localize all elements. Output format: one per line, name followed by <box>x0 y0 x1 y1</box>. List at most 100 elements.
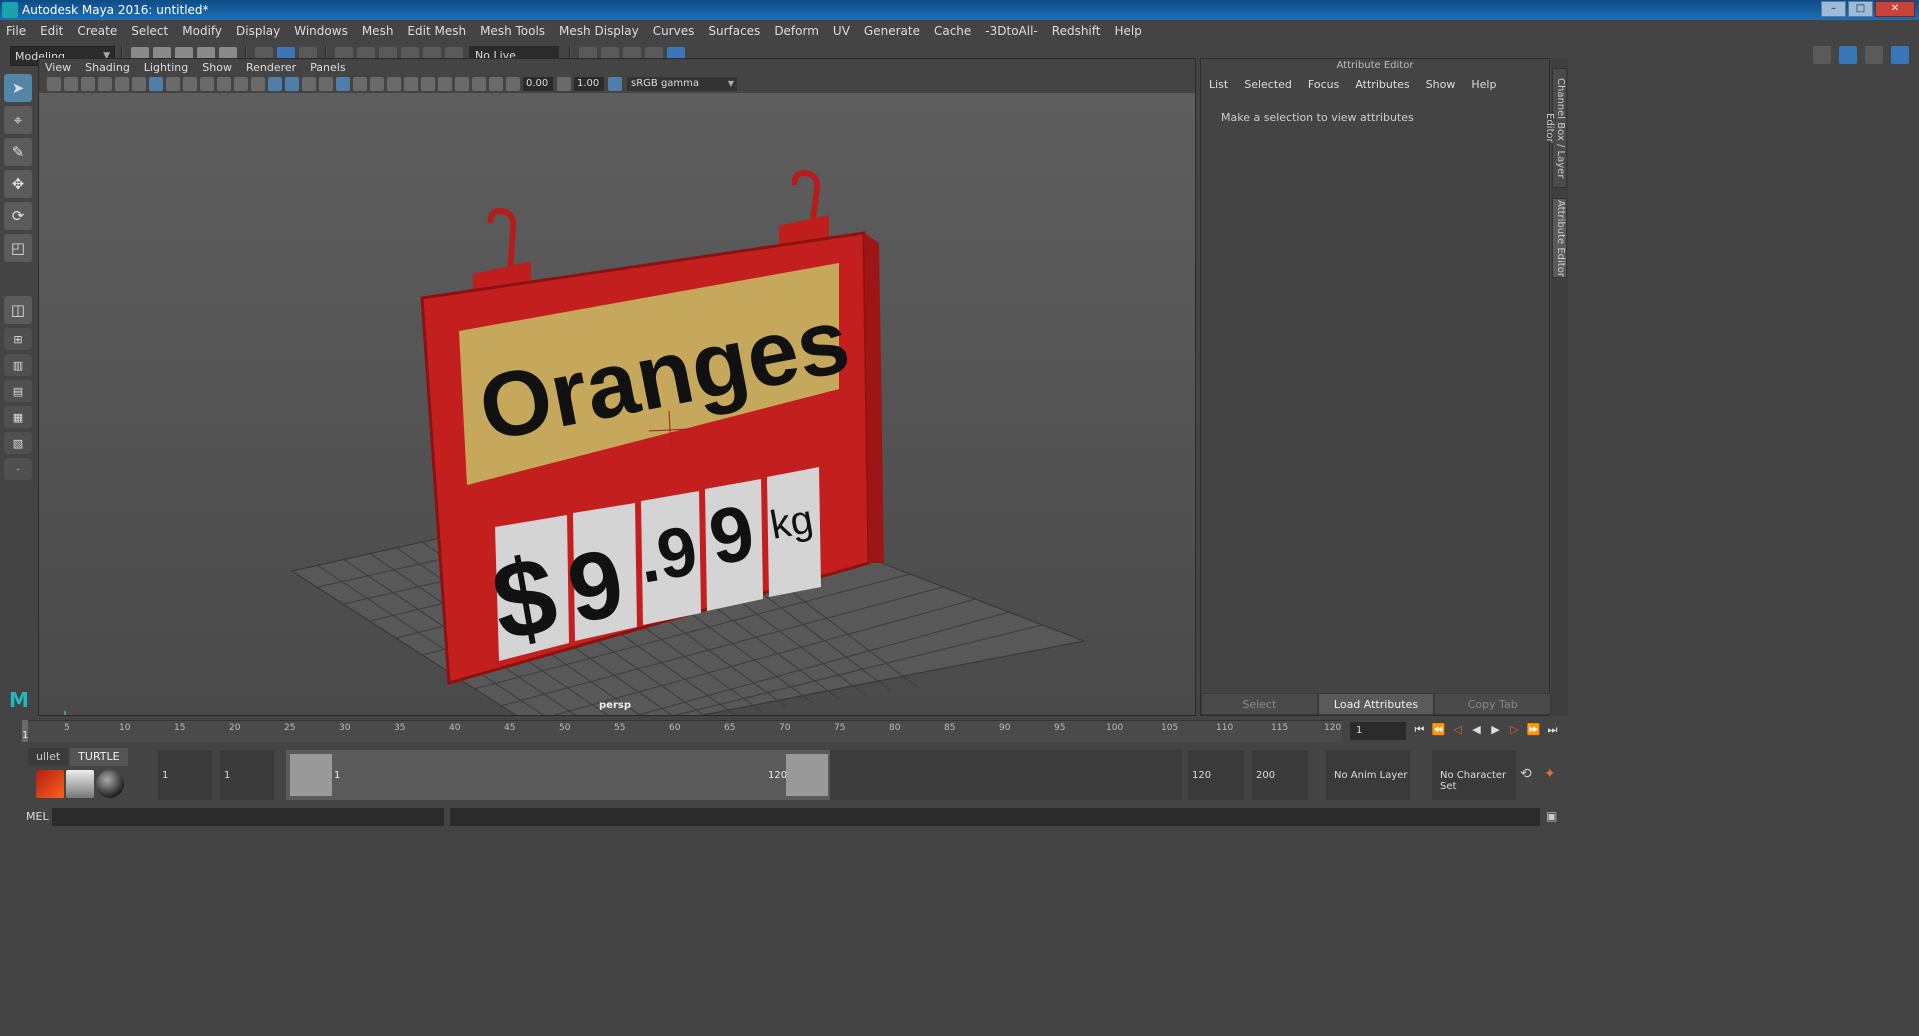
viewport-menu-view[interactable]: View <box>45 61 71 74</box>
gamma-field[interactable]: 1.00 <box>574 77 604 91</box>
menu-deform[interactable]: Deform <box>774 24 819 38</box>
range-start-handle[interactable] <box>290 754 332 796</box>
attr-menu-list[interactable]: List <box>1209 78 1228 91</box>
step-forward-key-icon[interactable]: ⏩ <box>1526 721 1541 739</box>
outliner-persp-layout-icon[interactable]: ▧ <box>4 432 32 454</box>
menu-mesh[interactable]: Mesh <box>362 24 394 38</box>
playback-start-field[interactable]: 1 <box>220 750 274 800</box>
time-slider-track[interactable]: 5 10 15 20 25 30 35 40 45 50 55 60 65 70… <box>22 720 1342 742</box>
attr-menu-show[interactable]: Show <box>1426 78 1456 91</box>
playback-range-track[interactable]: 1 120 <box>286 750 1182 800</box>
anti-aliasing-icon[interactable] <box>421 77 435 91</box>
xray-active-icon[interactable] <box>472 77 486 91</box>
animation-end-field[interactable]: 200 <box>1252 750 1308 800</box>
menu-file[interactable]: File <box>6 24 26 38</box>
shelf-tab-turtle[interactable]: TURTLE <box>70 748 128 766</box>
viewport-menu-shading[interactable]: Shading <box>85 61 130 74</box>
menu-display[interactable]: Display <box>236 24 280 38</box>
attr-menu-selected[interactable]: Selected <box>1244 78 1292 91</box>
2d-pan-zoom-icon[interactable] <box>115 77 129 91</box>
channel-box-tab[interactable]: Channel Box / Layer Editor <box>1544 68 1567 188</box>
tool-settings-icon[interactable] <box>1865 46 1883 64</box>
step-back-key-icon[interactable]: ⏪ <box>1431 721 1446 739</box>
menu-surfaces[interactable]: Surfaces <box>708 24 760 38</box>
viewport-menu-panels[interactable]: Panels <box>310 61 345 74</box>
single-perspective-layout-icon[interactable]: ◫ <box>4 296 32 324</box>
more-layouts-icon[interactable]: · <box>4 458 32 480</box>
play-backward-icon[interactable]: ◀ <box>1469 721 1484 739</box>
turtle-sphere-icon[interactable] <box>96 770 124 798</box>
move-tool-icon[interactable]: ✥ <box>4 170 32 198</box>
menu-modify[interactable]: Modify <box>182 24 222 38</box>
rotate-tool-icon[interactable]: ⟳ <box>4 202 32 230</box>
step-back-frame-icon[interactable]: ◁ <box>1450 721 1465 739</box>
menu-select[interactable]: Select <box>131 24 168 38</box>
film-gate-icon[interactable] <box>166 77 180 91</box>
persp-graph-layout-icon[interactable]: ▤ <box>4 380 32 402</box>
attribute-editor-toggle-icon[interactable] <box>1839 46 1857 64</box>
use-all-lights-icon[interactable] <box>353 77 367 91</box>
bookmark-icon[interactable] <box>81 77 95 91</box>
default-lighting-icon[interactable] <box>302 77 316 91</box>
menu-create[interactable]: Create <box>77 24 117 38</box>
image-plane-icon[interactable] <box>98 77 112 91</box>
copy-tab-button[interactable]: Copy Tab <box>1434 693 1552 715</box>
grid-icon[interactable] <box>149 77 163 91</box>
menu-edit[interactable]: Edit <box>40 24 63 38</box>
scale-tool-icon[interactable]: ◰ <box>4 234 32 262</box>
color-management-icon[interactable] <box>608 77 622 91</box>
close-button[interactable]: ✕ <box>1875 1 1915 17</box>
modeling-toolkit-icon[interactable] <box>1813 46 1831 64</box>
exposure-field[interactable]: 0.00 <box>523 77 553 91</box>
gate-mask-icon[interactable] <box>200 77 214 91</box>
isolate-select-icon[interactable] <box>438 77 452 91</box>
gamma-icon[interactable] <box>557 77 571 91</box>
lasso-tool-icon[interactable]: ⌖ <box>4 106 32 134</box>
safe-action-icon[interactable] <box>234 77 248 91</box>
color-space-dropdown[interactable]: sRGB gamma ▼ <box>627 77 737 91</box>
menu-mesh-display[interactable]: Mesh Display <box>559 24 639 38</box>
textured-icon[interactable] <box>336 77 350 91</box>
screen-space-ao-icon[interactable] <box>387 77 401 91</box>
smooth-shade-icon[interactable] <box>285 77 299 91</box>
field-chart-icon[interactable] <box>217 77 231 91</box>
resolution-gate-icon[interactable] <box>183 77 197 91</box>
menu-cache[interactable]: Cache <box>934 24 971 38</box>
paint-select-tool-icon[interactable]: ✎ <box>4 138 32 166</box>
wireframe-icon[interactable] <box>268 77 282 91</box>
attribute-editor-tab[interactable]: Attribute Editor <box>1552 198 1567 278</box>
safe-title-icon[interactable] <box>251 77 265 91</box>
menu-curves[interactable]: Curves <box>653 24 695 38</box>
persp-outliner-layout-icon[interactable]: ▦ <box>4 406 32 428</box>
menu-help[interactable]: Help <box>1114 24 1141 38</box>
side-by-side-layout-icon[interactable]: ▥ <box>4 354 32 376</box>
script-language-label[interactable]: MEL <box>26 810 49 823</box>
turtle-bake-icon[interactable] <box>66 770 94 798</box>
command-input[interactable] <box>52 808 444 826</box>
animation-prefs-icon[interactable]: ✦ <box>1544 766 1556 782</box>
channel-box-toggle-icon[interactable] <box>1891 46 1909 64</box>
menu-mesh-tools[interactable]: Mesh Tools <box>480 24 545 38</box>
shelf-tab-bullet[interactable]: ullet <box>28 748 69 766</box>
four-view-layout-icon[interactable]: ⊞ <box>4 328 32 350</box>
viewport-menu-lighting[interactable]: Lighting <box>144 61 188 74</box>
auto-key-icon[interactable]: ⟲ <box>1520 766 1532 782</box>
select-tool-icon[interactable]: ➤ <box>4 74 32 102</box>
range-end-handle[interactable] <box>786 754 828 796</box>
play-forward-icon[interactable]: ▶ <box>1488 721 1503 739</box>
select-camera-icon[interactable] <box>47 77 61 91</box>
playback-range-bar[interactable] <box>286 750 830 800</box>
viewport-canvas[interactable]: Oranges $ 9 .9 9 kg <box>39 93 1195 715</box>
current-frame-field[interactable]: 1 <box>1350 722 1406 740</box>
exposure-icon[interactable] <box>506 77 520 91</box>
menu-generate[interactable]: Generate <box>864 24 920 38</box>
camera-attributes-icon[interactable] <box>64 77 78 91</box>
character-set-dropdown[interactable]: No Character Set <box>1432 750 1516 800</box>
grease-pencil-icon[interactable] <box>132 77 146 91</box>
viewport-menu-show[interactable]: Show <box>202 61 232 74</box>
go-to-start-icon[interactable]: ⏮ <box>1412 721 1427 739</box>
menu-windows[interactable]: Windows <box>294 24 348 38</box>
viewport-menu-renderer[interactable]: Renderer <box>246 61 296 74</box>
load-attributes-button[interactable]: Load Attributes <box>1317 693 1435 715</box>
menu-3dtoall[interactable]: -3DtoAll- <box>985 24 1037 38</box>
